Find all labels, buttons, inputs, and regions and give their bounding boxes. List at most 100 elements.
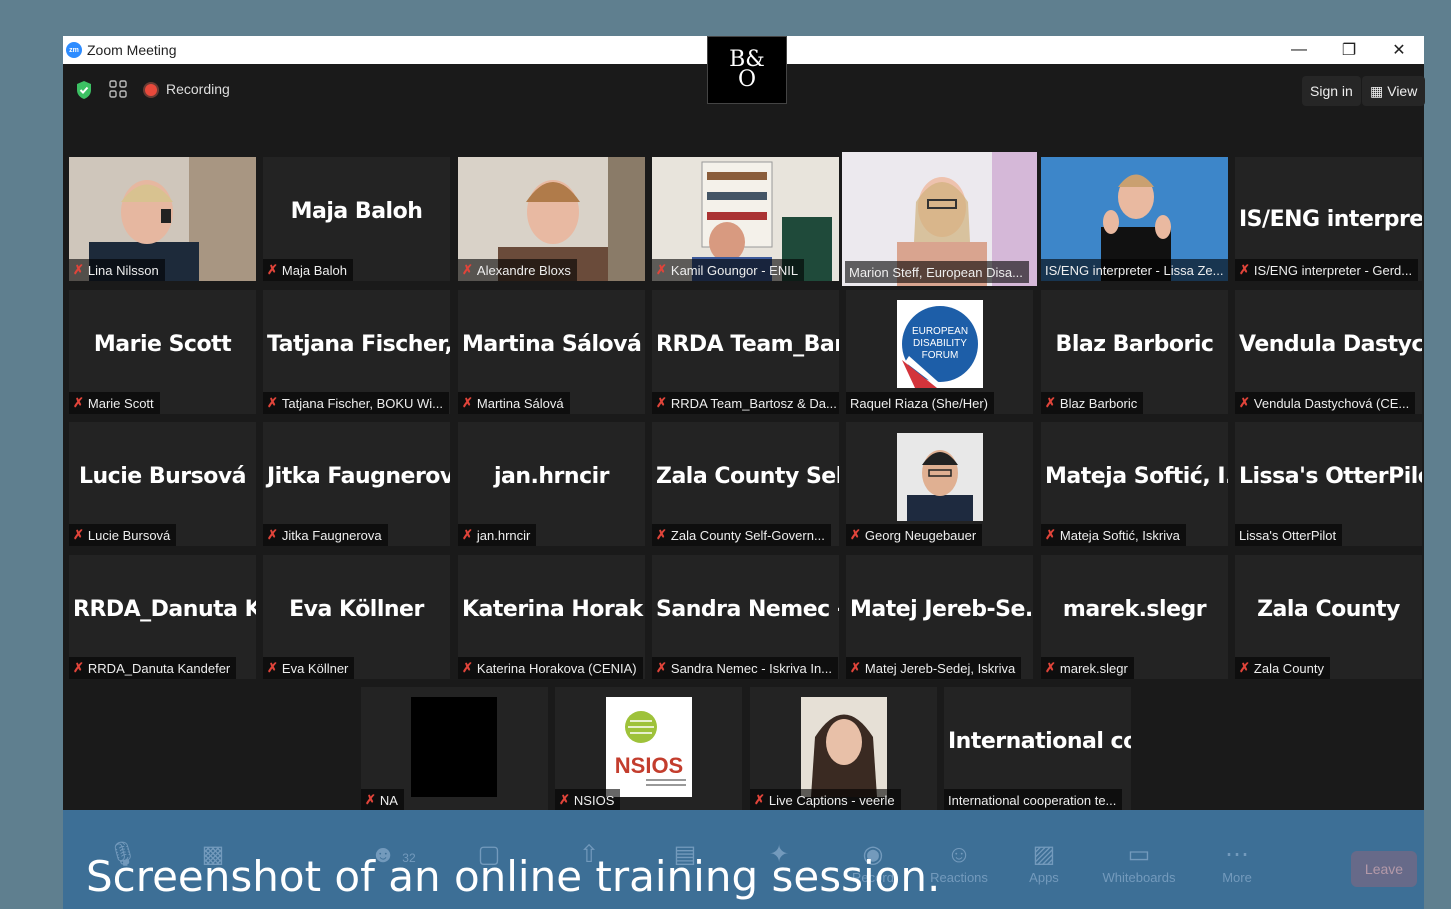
participant-name-tag: ✗ Georg Neugebauer [846,524,983,546]
participant-tile[interactable]: IS/ENG interpre... ✗IS/ENG interpreter -… [1235,157,1422,281]
recording-label[interactable]: Recording [166,81,230,97]
meeting-info-icon[interactable] [109,80,127,98]
participant-name-tag: ✗ RRDA Team_Bartosz & Da... [652,392,839,414]
participant-name-tag: ✗ RRDA_Danuta Kandefer [69,657,237,679]
apps-icon: ▨ [1032,841,1056,868]
participant-tile[interactable]: Mateja Softić, I... ✗Mateja Softić, Iskr… [1041,422,1228,546]
participant-tile[interactable]: Zala County ✗ Zala County [1235,555,1422,679]
participant-tile[interactable]: ✗ Live Captions - veerle [750,687,937,811]
participant-tile[interactable]: ✗ Kamil Goungor - ENIL [652,157,839,281]
participant-display-name: IS/ENG interpre... [1239,207,1422,232]
mic-muted-icon: ✗ [462,262,473,277]
participant-photo [896,433,983,521]
close-icon[interactable]: ✕ [1374,36,1424,64]
participant-tile[interactable]: Eva Köllner ✗ Eva Köllner [263,555,450,679]
apps-button[interactable]: ▨ Apps [1004,840,1084,885]
participant-tile[interactable]: Katerina Horak... ✗Katerina Horakova (CE… [458,555,645,679]
mic-muted-icon: ✗ [73,262,84,277]
participant-name-tag: ✗ Tatjana Fischer, BOKU Wi... [263,392,450,414]
window-title: Zoom Meeting [87,42,177,58]
mic-muted-icon: ✗ [656,395,667,410]
participant-display-name: Mateja Softić, I... [1045,464,1228,489]
participant-tile[interactable]: EUROPEAN DISABILITY FORUM Raquel Riaza (… [846,290,1033,414]
participant-display-name: Zala County [1257,597,1400,622]
more-icon: ⋯ [1225,841,1249,868]
participant-display-name: Maja Baloh [290,199,423,224]
mic-muted-icon: ✗ [73,527,84,542]
participant-tile[interactable]: RRDA Team_Bar... ✗RRDA Team_Bartosz & Da… [652,290,839,414]
participant-photo [800,697,887,797]
mic-muted-icon: ✗ [850,527,861,542]
whiteboards-button[interactable]: ▭ Whiteboards [1099,840,1179,885]
participant-name-tag: ✗ Maja Baloh [263,259,353,281]
mic-muted-icon: ✗ [267,395,278,410]
participant-display-name: Tatjana Fischer,... [267,332,450,357]
participant-tile[interactable]: ✗ NA [361,687,548,811]
participant-tile[interactable]: ✗ Alexandre Bloxs [458,157,645,281]
participant-name-tag: ✗ IS/ENG interpreter - Gerd... [1235,259,1419,281]
participant-tile[interactable]: International co... International cooper… [944,687,1131,811]
logo-line: DISABILITY [913,338,967,349]
participant-display-name: RRDA Team_Bar... [656,332,839,357]
logo-line: FORUM [921,350,958,361]
participant-tile[interactable]: RRDA_Danuta K... ✗RRDA_Danuta Kandefer [69,555,256,679]
participant-name-tag: ✗ marek.slegr [1041,657,1134,679]
participant-tile[interactable]: jan.hrncir ✗ jan.hrncir [458,422,645,546]
participant-name-tag: ✗ Lina Nilsson [69,259,165,281]
participant-name-tag: ✗ NSIOS [555,789,621,811]
participant-name-tag: ✗ Katerina Horakova (CENIA) [458,657,643,679]
mic-muted-icon: ✗ [365,792,376,807]
participant-tile[interactable]: Vendula Dastyc... ✗Vendula Dastychová (C… [1235,290,1422,414]
mic-muted-icon: ✗ [850,660,861,675]
mic-muted-icon: ✗ [73,660,84,675]
mic-muted-icon: ✗ [462,527,473,542]
participant-tile-active-speaker[interactable]: Marion Steff, European Disa... [842,152,1037,286]
participant-tile[interactable]: Lucie Bursová ✗ Lucie Bursová [69,422,256,546]
mic-muted-icon: ✗ [1239,395,1250,410]
view-label: View [1387,83,1418,99]
participant-tile[interactable]: marek.slegr ✗ marek.slegr [1041,555,1228,679]
mic-muted-icon: ✗ [267,262,278,277]
participant-display-name: Eva Köllner [289,597,424,622]
participant-display-name: RRDA_Danuta K... [73,597,256,622]
bo-logo-bottom: O [737,67,757,92]
mic-muted-icon: ✗ [267,660,278,675]
restore-icon[interactable]: ❐ [1324,36,1374,64]
participant-tile[interactable]: Sandra Nemec -... ✗Sandra Nemec - Iskriv… [652,555,839,679]
participant-tile[interactable]: Jitka Faugnerova ✗ Jitka Faugnerova [263,422,450,546]
view-button[interactable]: ▦ View [1362,76,1426,106]
mic-muted-icon: ✗ [656,660,667,675]
participant-display-name: Zala County Sel... [656,464,839,489]
participant-video-black [411,697,497,797]
participant-display-name: Blaz Barboric [1055,332,1214,357]
participant-tile[interactable]: Lissa's OtterPilot Lissa's OtterPilot [1235,422,1422,546]
participant-tile[interactable]: Marie Scott ✗ Marie Scott [69,290,256,414]
minimize-icon[interactable]: — [1274,36,1324,64]
sign-in-button[interactable]: Sign in [1302,76,1361,106]
participant-tile[interactable]: NSIOS ✗ NSIOS [555,687,742,811]
logo-line: EUROPEAN [911,326,967,337]
participant-tile[interactable]: Zala County Sel... ✗Zala County Self-Gov… [652,422,839,546]
window-controls: — ❐ ✕ [1274,36,1424,64]
participant-display-name: Sandra Nemec -... [656,597,839,622]
participant-tile[interactable]: Matej Jereb-Se... ✗ Matej Jereb-Sedej, Is… [846,555,1033,679]
participant-display-name: Matej Jereb-Se... [850,597,1033,622]
participant-tile[interactable]: Blaz Barboric ✗ Blaz Barboric [1041,290,1228,414]
participant-display-name: International co... [948,729,1131,754]
shield-icon[interactable] [75,80,93,100]
participant-display-name: Lissa's OtterPilot [1239,464,1422,489]
participant-tile[interactable]: Tatjana Fischer,... ✗Tatjana Fischer, BO… [263,290,450,414]
participant-display-name: Katerina Horak... [462,597,645,622]
participant-tile[interactable]: ✗ Georg Neugebauer [846,422,1033,546]
mic-muted-icon: ✗ [73,395,84,410]
participant-name-tag: ✗ Matej Jereb-Sedej, Iskriva [846,657,1022,679]
nsios-logo-text: NSIOS [614,753,682,778]
participant-tile[interactable]: Martina Sálová ✗ Martina Sálová [458,290,645,414]
leave-button[interactable]: Leave [1351,851,1417,887]
participant-name-tag: IS/ENG interpreter - Lissa Ze... [1041,259,1228,281]
more-button[interactable]: ⋯ More [1197,840,1277,885]
participant-tile[interactable]: Maja Baloh ✗ Maja Baloh [263,157,450,281]
participant-tile[interactable]: ✗ Lina Nilsson [69,157,256,281]
participant-tile[interactable]: IS/ENG interpreter - Lissa Ze... [1041,157,1228,281]
zoom-app-icon: zm [66,42,82,58]
